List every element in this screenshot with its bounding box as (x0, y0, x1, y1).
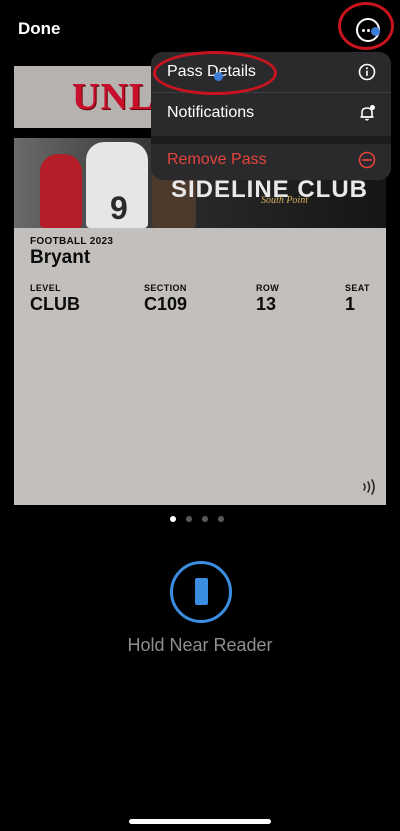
field-value-row: 13 (256, 294, 277, 314)
bell-badge-icon (360, 105, 375, 121)
pass-body: FOOTBALL 2023 Bryant LEVEL CLUB SECTION … (14, 228, 386, 505)
banner-sponsor: South Point (261, 195, 308, 206)
field-value-section: C109 (144, 294, 188, 314)
field-label-seat: SEAT (345, 283, 370, 293)
page-dot (170, 516, 176, 522)
holder-name: Bryant (30, 247, 91, 268)
page-indicator[interactable] (170, 516, 224, 522)
player-figure (40, 154, 82, 228)
menu-item-label: Notifications (167, 104, 255, 121)
field-value-level: CLUB (30, 294, 80, 314)
event-label: FOOTBALL 2023 (30, 236, 114, 247)
nfc-icon (363, 479, 375, 495)
minus-circle-icon (358, 151, 376, 169)
info-circle-icon (358, 63, 376, 81)
menu-item-remove-pass[interactable]: Remove Pass (151, 140, 391, 180)
field-label-row: ROW (256, 283, 280, 293)
page-dot (202, 516, 208, 522)
field-value-seat: 1 (345, 294, 356, 314)
home-indicator[interactable] (129, 819, 271, 824)
field-label-section: SECTION (144, 283, 187, 293)
done-button[interactable]: Done (18, 19, 61, 39)
tap-indicator (371, 27, 380, 36)
tap-indicator (214, 72, 223, 81)
phone-icon (193, 576, 210, 607)
reader-instruction: Hold Near Reader (127, 635, 273, 655)
page-dot (186, 516, 192, 522)
annotation-circle-more (338, 2, 394, 50)
menu-item-notifications[interactable]: Notifications (151, 93, 391, 133)
nfc-reader-icon (170, 561, 232, 623)
menu-item-label: Remove Pass (167, 151, 267, 168)
page-dot (218, 516, 224, 522)
jersey-number: 9 (110, 190, 128, 226)
field-label-level: LEVEL (30, 283, 62, 293)
